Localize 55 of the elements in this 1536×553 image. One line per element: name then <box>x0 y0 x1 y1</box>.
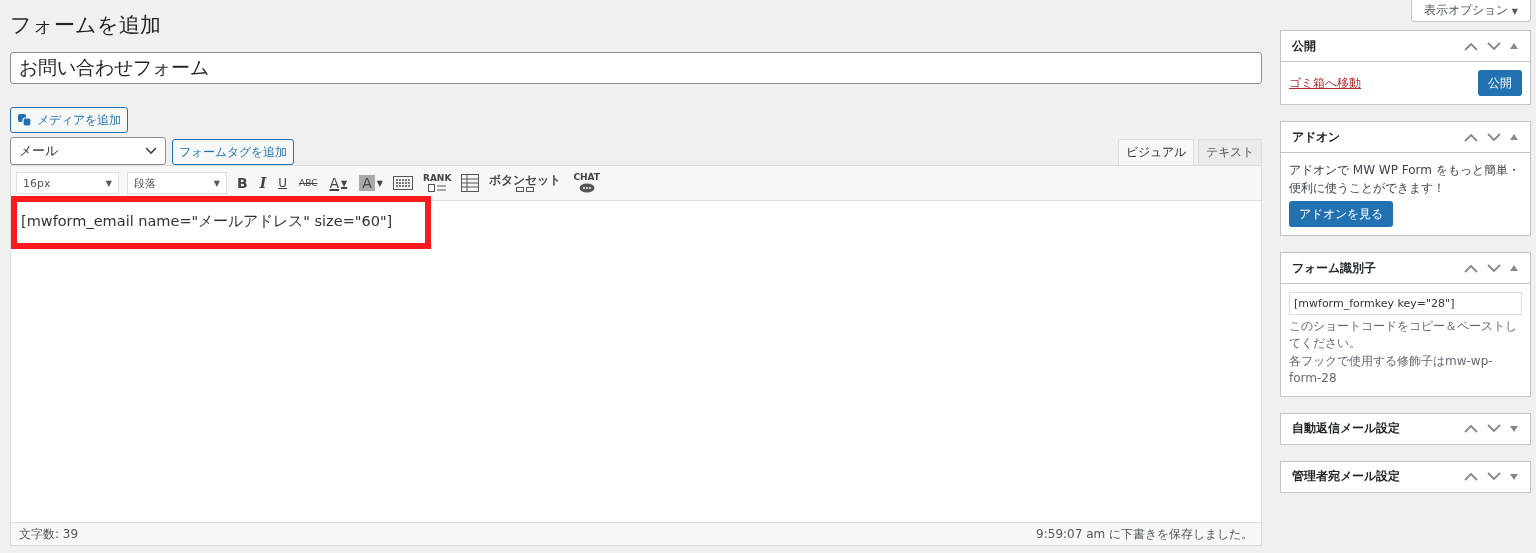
toolbar-select[interactable]: 16px ▼ <box>16 172 119 194</box>
move-down-icon[interactable] <box>1487 472 1501 482</box>
word-count: 文字数: 39 <box>19 525 79 543</box>
view-addons-button[interactable]: アドオンを見る <box>1289 201 1393 227</box>
add-media-button[interactable]: メディアを追加 <box>10 107 128 133</box>
move-up-icon[interactable] <box>1464 132 1478 142</box>
move-down-icon[interactable] <box>1487 424 1501 434</box>
collapse-icon[interactable] <box>1510 265 1518 271</box>
screen-options-button[interactable]: 表示オプション ▼ <box>1411 0 1531 22</box>
panel-title: アドオン <box>1292 128 1340 146</box>
collapse-icon[interactable] <box>1510 134 1518 140</box>
publish-button[interactable]: 公開 <box>1478 70 1522 96</box>
expand-icon[interactable] <box>1510 473 1518 480</box>
page-title: フォームを追加 <box>10 12 161 39</box>
italic-button[interactable]: I <box>257 175 269 191</box>
panel-title: 自動返信メール設定 <box>1292 420 1400 438</box>
addon-text: アドオンで MW WP Form をもっと簡単・便利に使うことができます！ <box>1289 162 1521 197</box>
move-up-icon[interactable] <box>1464 472 1478 482</box>
title-field[interactable]: お問い合わせフォーム <box>10 52 1262 84</box>
text-color-button[interactable]: A▼ <box>327 175 350 191</box>
panel-title: 公開 <box>1292 37 1316 55</box>
trash-link[interactable]: ゴミ箱へ移動 <box>1289 74 1361 92</box>
toolbar-select[interactable]: 段落 ▼ <box>127 172 227 194</box>
list-icon <box>428 184 447 192</box>
underline-button[interactable]: U <box>276 176 290 190</box>
bold-button[interactable]: B <box>235 175 250 191</box>
editor-tab[interactable]: ビジュアル <box>1118 139 1194 165</box>
table-icon[interactable] <box>461 174 480 192</box>
add-form-tag-button[interactable]: フォームタグを追加 <box>172 139 294 165</box>
chevron-icon <box>145 147 157 155</box>
chat-button[interactable]: CHAT <box>571 172 602 194</box>
expand-icon[interactable] <box>1510 425 1518 432</box>
move-up-icon[interactable] <box>1464 41 1478 51</box>
autosave-status: 9:59:07 am に下書きを保存しました。 <box>1036 525 1253 543</box>
shortcode-text: [mwform_email name="メールアドレス" size="60"] <box>11 196 431 249</box>
help-text: このショートコードをコピー＆ペーストしてください。 <box>1289 318 1518 353</box>
move-down-icon[interactable] <box>1487 132 1501 142</box>
media-icon <box>17 113 33 127</box>
move-down-icon[interactable] <box>1487 263 1501 273</box>
shortcode-field[interactable]: [mwform_formkey key="28"] <box>1289 292 1522 315</box>
move-up-icon[interactable] <box>1464 263 1478 273</box>
collapse-icon[interactable] <box>1510 43 1518 49</box>
strikethrough-button[interactable]: ABC <box>297 178 320 188</box>
tag-select[interactable]: メール <box>10 137 166 165</box>
buttons-icon <box>516 187 535 193</box>
speech-bubble-icon <box>578 182 595 194</box>
rank-button[interactable]: RANK <box>420 174 454 192</box>
help-text: 各フックで使用する修飾子はmw-wp-form-28 <box>1289 352 1494 388</box>
panel-title: フォーム識別子 <box>1292 259 1376 277</box>
keyboard-icon[interactable] <box>392 176 413 190</box>
button-set-button[interactable]: ボタンセット <box>487 173 564 193</box>
editor-tab[interactable]: テキスト <box>1198 139 1262 165</box>
move-up-icon[interactable] <box>1464 424 1478 434</box>
panel-title: 管理者宛メール設定 <box>1292 468 1400 486</box>
move-down-icon[interactable] <box>1487 41 1501 51</box>
